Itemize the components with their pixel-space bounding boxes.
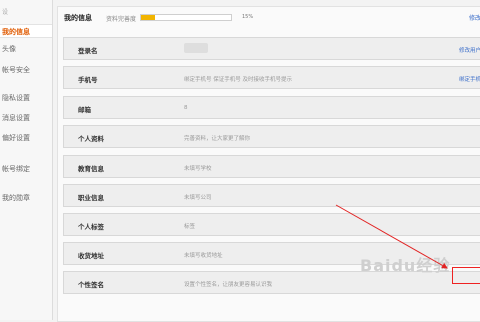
row-career[interactable]: 职业信息 未填写公司 [63,184,480,207]
sidebar-item-preferences[interactable]: 偏好设置 [0,131,52,145]
row-value: 未填写学校 [184,166,212,172]
sidebar-item-my-info[interactable]: 我的信息 [0,24,52,38]
progress-fill [141,15,155,20]
sidebar-header: 设 [2,9,9,16]
progress-percent: 15% [242,14,254,20]
redacted-value [184,43,208,53]
row-tags[interactable]: 个人标签 标签 [63,213,480,236]
row-label: 登录名 [78,47,98,55]
sidebar-item-account-security[interactable]: 帐号安全 [0,63,52,77]
sidebar-item-account-binding[interactable]: 帐号绑定 [0,162,52,176]
annotation-highlight-box [452,267,480,284]
page-title: 我的信息 [64,14,92,22]
row-personal-info[interactable]: 个人资料 完善资料，让大家更了解你 [63,125,480,148]
row-education[interactable]: 教育信息 未填写学校 [63,155,480,178]
progress-label: 资料完善度 [106,16,137,23]
row-value: 8 [184,105,188,111]
sidebar: 设 我的信息 头像 帐号安全 隐私设置 消息设置 偏好设置 帐号绑定 我的勋章 [0,0,53,320]
edit-username-link[interactable]: 修改用户 [459,46,480,54]
row-value: 标签 [184,224,196,230]
row-label: 个人资料 [78,135,104,143]
row-label: 职业信息 [78,194,104,202]
row-value: 未填写公司 [184,195,212,201]
bind-phone-link[interactable]: 绑定手机 [459,75,480,83]
profile-header: 我的信息 资料完善度 15% 修改 [58,7,480,29]
row-value: 设置个性签名，让朋友更容易认识我 [184,282,273,288]
row-label: 个性签名 [78,281,104,289]
row-value: 完善资料，让大家更了解你 [184,136,251,142]
row-label: 个人标签 [78,223,104,231]
row-phone: 手机号 绑定手机号 保证手机号 及时接收手机号提示 绑定手机 [63,66,480,89]
completion-progress-bar: 15% [140,14,253,21]
sidebar-item-messages[interactable]: 消息设置 [0,111,52,125]
sidebar-item-privacy[interactable]: 隐私设置 [0,91,52,105]
edit-link[interactable]: 修改 [469,13,480,22]
sidebar-item-badges[interactable]: 我的勋章 [0,191,52,205]
row-label: 收货地址 [78,252,104,260]
row-value: 绑定手机号 保证手机号 及时接收手机号提示 [184,77,292,83]
row-label: 教育信息 [78,165,104,173]
sidebar-item-avatar[interactable]: 头像 [0,42,52,56]
row-label: 手机号 [78,76,98,84]
row-value: 未填写收货地址 [184,253,223,259]
row-label: 邮箱 [78,106,91,114]
row-email: 邮箱 8 [63,96,480,119]
watermark: Baidu经验 [360,256,451,275]
row-login-name: 登录名 修改用户 [63,37,480,60]
